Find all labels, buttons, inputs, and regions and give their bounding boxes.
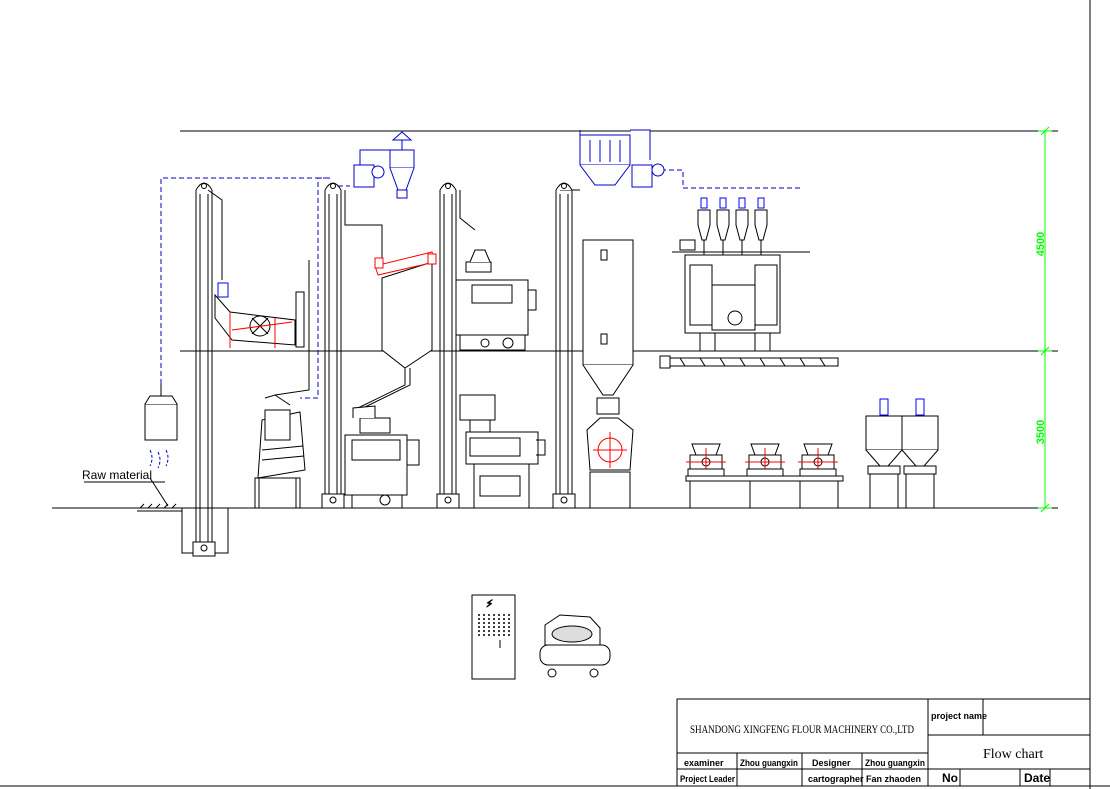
project-name-label: project name [931,711,987,721]
packing-silo [865,398,903,508]
date-label: Date [1024,771,1050,785]
raw-material-label: Raw material [82,468,152,482]
drawing-title: Flow chart [983,747,1043,762]
screw-conveyor [659,355,839,369]
bucket-elevator [436,182,460,509]
examiner-value: Zhou guangxin [740,758,798,768]
control-cabinet: ⚡ [471,594,516,680]
cartographer-label: cartographer [808,774,864,784]
flour-silo [582,239,634,509]
bucket-elevator [552,182,576,509]
flour-mill-lower-2 [459,394,546,509]
plansifter [672,239,810,351]
small-cyclone [735,197,749,255]
small-cyclone [754,197,768,255]
bucket-elevator [321,182,345,509]
bran-finisher [798,443,838,477]
vibrating-sieve [214,282,305,348]
flow-chart-drawing: 4500 3500 Raw material ⚡ SHANDONG XINGFE… [0,0,1110,789]
dust-filter [579,129,665,188]
packing-silo [901,398,939,508]
small-cyclone [697,197,711,255]
air-compressor [539,614,611,678]
project-leader-label: Project Leader [680,774,735,784]
bran-finisher [745,443,785,477]
dimension-lines [1038,126,1052,513]
packing-table [685,475,844,508]
dimension-upper-label: 4500 [1035,232,1047,256]
company-name: SHANDONG XINGFENG FLOUR MACHINERY CO.,LT… [690,722,914,736]
designer-value: Zhou guangxin [865,758,925,768]
bran-machines [686,443,838,477]
bran-finisher [686,443,726,477]
cartographer-value: Fan zhaoden [866,774,921,784]
tempering-tank [357,251,437,409]
flour-mill-upper [455,249,537,351]
raw-hopper [144,384,178,469]
examiner-label: examiner [684,758,724,768]
small-cyclone [716,197,730,255]
flour-mill-lower-1 [344,405,420,509]
scourer-machine [254,394,306,509]
cyclone-separator [353,131,415,199]
designer-label: Designer [812,758,851,768]
bucket-elevator [192,182,216,557]
dimension-lower-label: 3500 [1035,420,1047,444]
no-label: No [942,771,958,785]
svg-text:⚡: ⚡ [486,599,493,610]
plansifter-cyclones [697,197,768,255]
packing-silos [865,398,939,508]
